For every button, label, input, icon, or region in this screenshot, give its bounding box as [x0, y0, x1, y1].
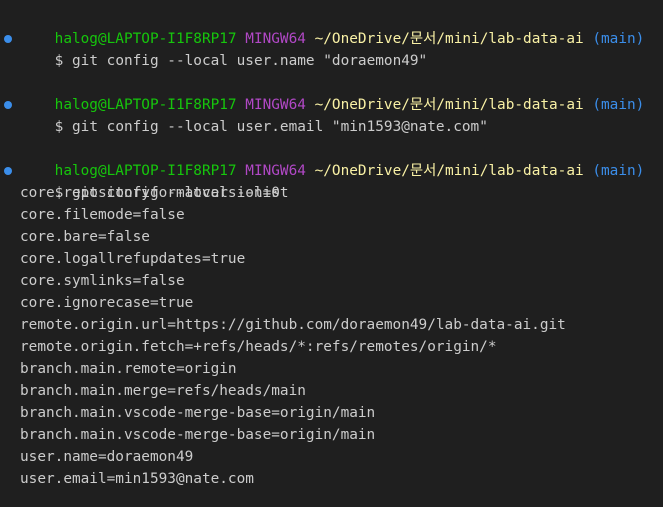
command-line: $ git config --local user.name "doraemon…: [0, 28, 663, 69]
output-line: branch.main.vscode-merge-base=origin/mai…: [20, 427, 376, 443]
output-line: core.symlinks=false: [20, 273, 185, 289]
output-line: core.ignorecase=true: [20, 295, 194, 311]
prompt-line: halog@LAPTOP-I1F8RP17 MINGW64 ~/OneDrive…: [0, 6, 663, 47]
output-line: remote.origin.fetch=+refs/heads/*:refs/r…: [20, 339, 497, 355]
command-decoration-icon[interactable]: [4, 167, 12, 175]
prompt-line: halog@LAPTOP-I1F8RP17 MINGW64 ~/OneDrive…: [0, 72, 663, 113]
command-text: git config --local user.name "doraemon49…: [72, 53, 428, 69]
prompt-dollar: $: [54, 53, 64, 69]
output-line: branch.main.vscode-merge-base=origin/mai…: [20, 405, 376, 421]
terminal-window[interactable]: halog@LAPTOP-I1F8RP17 MINGW64 ~/OneDrive…: [0, 0, 663, 507]
output-line: user.email=min1593@nate.com: [20, 471, 254, 487]
command-line: $ git config --local --list: [0, 160, 663, 201]
command-decoration-icon[interactable]: [4, 35, 12, 43]
output-line: remote.origin.url=https://github.com/dor…: [20, 317, 566, 333]
output-line: core.repositoryformatversion=0: [20, 185, 280, 201]
output-line: branch.main.merge=refs/heads/main: [20, 383, 306, 399]
output-line: branch.main.remote=origin: [20, 361, 237, 377]
prompt-dollar: $: [54, 119, 64, 135]
output-line: core.logallrefupdates=true: [20, 251, 246, 267]
prompt-line: halog@LAPTOP-I1F8RP17 MINGW64 ~/OneDrive…: [0, 138, 663, 179]
output-line: user.name=doraemon49: [20, 449, 194, 465]
output-line: core.filemode=false: [20, 207, 185, 223]
command-decoration-icon[interactable]: [4, 101, 12, 109]
command-text: git config --local user.email "min1593@n…: [72, 119, 488, 135]
command-line: $ git config --local user.email "min1593…: [0, 94, 663, 135]
output-line: core.bare=false: [20, 229, 150, 245]
